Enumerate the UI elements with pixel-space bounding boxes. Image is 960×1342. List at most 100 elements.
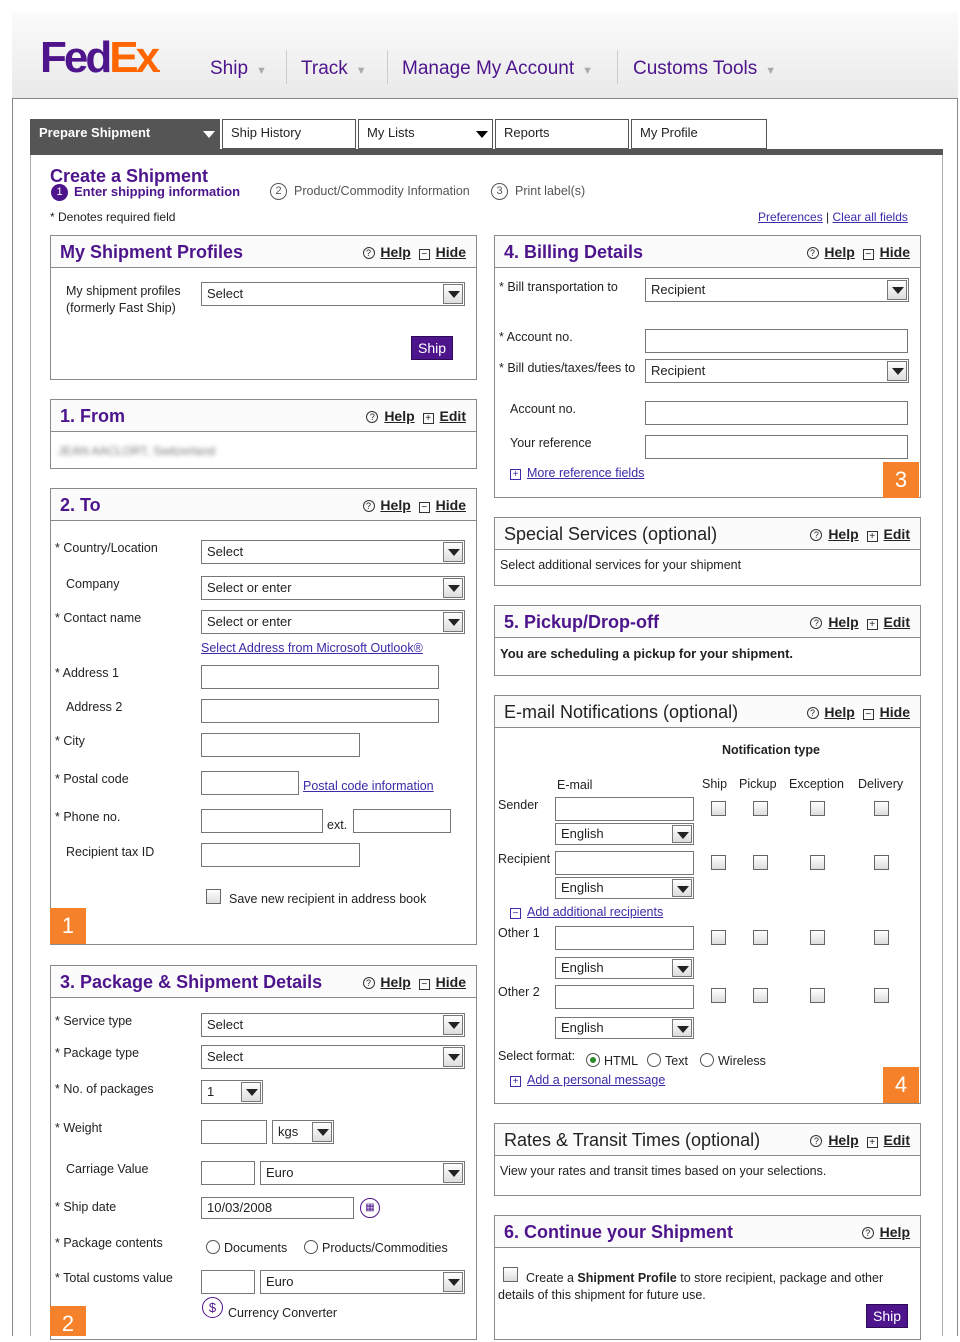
other1-pickup-checkbox[interactable] (753, 930, 768, 945)
save-recipient-checkbox[interactable] (206, 889, 221, 904)
format-text-option[interactable]: Text (647, 1053, 688, 1070)
help-link[interactable]: Help (824, 704, 854, 720)
contact-select[interactable]: Select or enter (201, 610, 465, 634)
other2-language-select[interactable]: English (555, 1017, 694, 1039)
ext-input[interactable] (353, 809, 451, 833)
bill-duties-select[interactable]: Recipient (645, 359, 909, 383)
edit-link[interactable]: Edit (884, 526, 910, 542)
city-input[interactable] (201, 733, 360, 757)
profiles-select[interactable]: Select (201, 282, 465, 306)
clear-all-fields-link[interactable]: Clear all fields (833, 210, 908, 224)
help-link[interactable]: Help (828, 526, 858, 542)
help-link[interactable]: Help (880, 1224, 910, 1240)
help-link[interactable]: Help (828, 1132, 858, 1148)
tab-prepare-shipment[interactable]: Prepare Shipment (30, 119, 220, 149)
other2-email-input[interactable] (555, 985, 694, 1009)
edit-link[interactable]: Edit (884, 614, 910, 630)
hide-link[interactable]: Hide (880, 704, 910, 720)
address2-input[interactable] (201, 699, 439, 723)
profiles-ship-button[interactable]: Ship (411, 336, 454, 360)
account2-input[interactable] (645, 401, 908, 425)
bill-transport-select[interactable]: Recipient (645, 278, 909, 302)
add-recipients-link[interactable]: − Add additional recipients (510, 905, 663, 919)
taxid-input[interactable] (201, 843, 360, 867)
nav-track[interactable]: Track ▼ (301, 58, 367, 80)
edit-link[interactable]: Edit (884, 1132, 910, 1148)
help-link[interactable]: Help (380, 497, 410, 513)
tab-reports[interactable]: Reports (495, 119, 629, 149)
sender-pickup-checkbox[interactable] (753, 801, 768, 816)
currency-converter-link[interactable]: Currency Converter (228, 1305, 337, 1322)
add-personal-message-link[interactable]: + Add a personal message (510, 1073, 665, 1087)
nav-manage-account[interactable]: Manage My Account ▼ (402, 58, 593, 80)
recipient-delivery-checkbox[interactable] (874, 855, 889, 870)
continue-ship-button[interactable]: Ship (866, 1304, 909, 1328)
account1-input[interactable] (645, 329, 908, 353)
contents-commodities-option[interactable]: Products/Commodities (304, 1240, 448, 1257)
reference-input[interactable] (645, 435, 908, 459)
format-wireless-option[interactable]: Wireless (700, 1053, 766, 1070)
hide-link[interactable]: Hide (436, 974, 466, 990)
nav-customs-tools[interactable]: Customs Tools ▼ (633, 58, 776, 80)
sender-delivery-checkbox[interactable] (874, 801, 889, 816)
customs-value-input[interactable] (201, 1270, 255, 1294)
help-link[interactable]: Help (384, 408, 414, 424)
calendar-icon[interactable]: ▦ (360, 1198, 380, 1218)
preferences-link[interactable]: Preferences (758, 210, 823, 224)
postal-info-link[interactable]: Postal code information (303, 779, 434, 793)
hide-link[interactable]: Hide (436, 497, 466, 513)
more-reference-fields-link[interactable]: + More reference fields (510, 466, 644, 480)
carriage-currency-select[interactable]: Euro (260, 1161, 465, 1185)
sender-ship-checkbox[interactable] (711, 801, 726, 816)
other1-email-input[interactable] (555, 926, 694, 950)
nav-ship[interactable]: Ship ▼ (210, 58, 267, 80)
hide-link[interactable]: Hide (436, 244, 466, 260)
tab-my-lists[interactable]: My Lists (358, 119, 493, 149)
bill-duties-label: * Bill duties/taxes/fees to (499, 361, 636, 375)
phone-input[interactable] (201, 809, 323, 833)
weight-unit-select[interactable]: kgs (272, 1120, 334, 1144)
other2-delivery-checkbox[interactable] (874, 988, 889, 1003)
edit-link[interactable]: Edit (440, 408, 466, 424)
weight-input[interactable] (201, 1120, 267, 1144)
sender-language-select[interactable]: English (555, 823, 694, 845)
help-link[interactable]: Help (824, 244, 854, 260)
address1-input[interactable] (201, 665, 439, 689)
recipient-email-input[interactable] (555, 851, 694, 875)
help-link[interactable]: Help (380, 974, 410, 990)
help-link[interactable]: Help (380, 244, 410, 260)
chevron-down-icon (672, 1019, 692, 1037)
other1-exception-checkbox[interactable] (810, 930, 825, 945)
outlook-address-link[interactable]: Select Address from Microsoft Outlook® (201, 641, 423, 655)
packages-count-select[interactable]: 1 (201, 1080, 263, 1104)
dollar-icon[interactable]: $ (202, 1297, 223, 1318)
carriage-value-input[interactable] (201, 1161, 255, 1185)
customs-currency-select[interactable]: Euro (260, 1270, 465, 1294)
contents-documents-option[interactable]: Documents (206, 1240, 287, 1257)
other1-delivery-checkbox[interactable] (874, 930, 889, 945)
sender-email-input[interactable] (555, 797, 694, 821)
tab-ship-history[interactable]: Ship History (222, 119, 356, 149)
recipient-ship-checkbox[interactable] (711, 855, 726, 870)
help-link[interactable]: Help (828, 614, 858, 630)
fedex-logo[interactable]: FedEx. (40, 36, 161, 89)
postal-input[interactable] (201, 771, 299, 795)
company-select[interactable]: Select or enter (201, 576, 465, 600)
hide-link[interactable]: Hide (880, 244, 910, 260)
recipient-exception-checkbox[interactable] (810, 855, 825, 870)
other1-language-select[interactable]: English (555, 957, 694, 979)
service-type-select[interactable]: Select (201, 1013, 465, 1037)
step-3-label: Print label(s) (515, 184, 586, 198)
other2-pickup-checkbox[interactable] (753, 988, 768, 1003)
recipient-pickup-checkbox[interactable] (753, 855, 768, 870)
format-html-option[interactable]: HTML (586, 1053, 638, 1070)
other1-ship-checkbox[interactable] (711, 930, 726, 945)
tab-my-profile[interactable]: My Profile (631, 119, 767, 149)
package-type-select[interactable]: Select (201, 1045, 465, 1069)
other2-exception-checkbox[interactable] (810, 988, 825, 1003)
recipient-language-select[interactable]: English (555, 877, 694, 899)
ship-date-input[interactable]: 10/03/2008 (201, 1197, 354, 1219)
country-select[interactable]: Select (201, 540, 465, 564)
sender-exception-checkbox[interactable] (810, 801, 825, 816)
other2-ship-checkbox[interactable] (711, 988, 726, 1003)
